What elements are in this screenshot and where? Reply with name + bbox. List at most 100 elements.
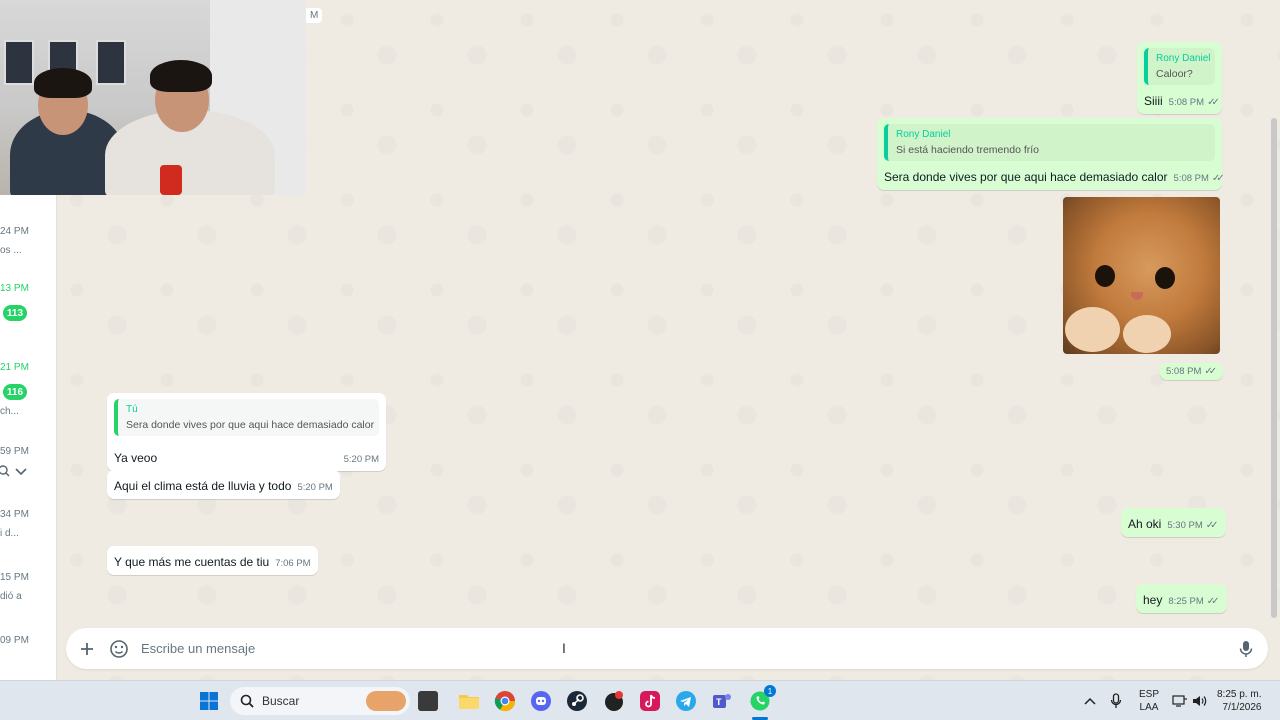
svg-text:T: T (716, 697, 722, 707)
image-meta: 5:08 PM ✓✓ (1160, 363, 1224, 380)
incoming-message[interactable]: Aqui el clima está de lluvia y todo 5:20… (107, 470, 340, 499)
message-composer (66, 628, 1268, 669)
incoming-message[interactable]: Tú Sera donde vives por que aqui hace de… (107, 393, 386, 471)
outgoing-message[interactable]: Rony Daniel Caloor? Siiii 5:08 PM ✓✓ (1137, 42, 1222, 114)
chat-time: 15 PM (0, 572, 29, 583)
read-ticks-icon: ✓✓ (1204, 366, 1217, 377)
video-poster (96, 40, 126, 85)
microphone-icon (1239, 640, 1253, 657)
taskbar: Buscar T 1 ESP LAA 8:25 p. m. 7/1/2026 (0, 680, 1280, 720)
chat-row-icons (0, 465, 34, 482)
start-button[interactable] (197, 689, 221, 713)
show-hidden-icons-button[interactable] (1084, 681, 1096, 720)
outgoing-message[interactable]: Ah oki 5:30 PM ✓✓ (1121, 508, 1226, 537)
incoming-message[interactable]: Y que más me cuentas de tiu 7:06 PM (107, 546, 318, 575)
attach-button[interactable] (71, 633, 103, 665)
chat-snippet: os ... (0, 245, 22, 256)
quote-author: Tú (126, 404, 138, 415)
message-time: 5:30 PM (1167, 520, 1203, 531)
message-text: Ah oki (1128, 517, 1162, 531)
person-right-hair (150, 60, 212, 92)
keyboard-layout: LAA (1139, 702, 1159, 713)
chat-time: 21 PM (0, 362, 29, 373)
cat-paw (1123, 315, 1171, 353)
read-ticks-icon: ✓✓ (1211, 173, 1225, 184)
task-view-icon[interactable] (418, 691, 438, 711)
search-label: Buscar (262, 694, 300, 708)
quote-text: Si está haciendo tremendo frío (896, 144, 1040, 156)
quoted-reply[interactable]: Tú Sera donde vives por que aqui hace de… (114, 399, 379, 436)
message-time: 5:08 PM (1168, 97, 1205, 108)
webcam-overlay (0, 0, 306, 195)
steam-icon[interactable] (565, 689, 589, 713)
message-text: Siiii (1144, 94, 1163, 108)
cat-eye (1095, 265, 1115, 287)
outgoing-message[interactable]: hey 8:25 PM ✓✓ (1136, 584, 1227, 613)
quoted-reply[interactable]: Rony Daniel Si está haciendo tremendo fr… (884, 124, 1215, 161)
message-text: Ya veoo (114, 451, 158, 465)
search-icon (240, 694, 254, 708)
read-ticks-icon: ✓✓ (1205, 520, 1219, 531)
volume-icon[interactable] (1192, 681, 1208, 720)
person-left-hair (34, 68, 92, 98)
chat-snippet: i d... (0, 528, 19, 539)
chat-time: 13 PM (0, 283, 29, 294)
message-time: 8:25 PM (1168, 596, 1204, 607)
cat-eye (1155, 267, 1175, 289)
message-text: Sera donde vives por que aqui hace demas… (884, 170, 1168, 184)
plus-icon (81, 642, 93, 655)
message-input[interactable] (135, 641, 1230, 656)
search-highlight-icon (366, 691, 406, 711)
tiktok-icon[interactable] (638, 689, 662, 713)
file-explorer-icon[interactable] (457, 689, 481, 713)
microphone-icon (1110, 693, 1122, 708)
discord-icon[interactable] (529, 689, 553, 713)
chat-snippet: dió a (0, 591, 22, 602)
language-indicator[interactable]: ESP LAA (1139, 681, 1159, 720)
video-poster (4, 40, 34, 85)
outgoing-message[interactable]: Rony Daniel Si está haciendo tremendo fr… (877, 118, 1225, 190)
app-icon[interactable] (602, 689, 626, 713)
sticker-button[interactable] (103, 633, 135, 665)
message-text: Y que más me cuentas de tiu (114, 555, 270, 569)
chat-time: 24 PM (0, 226, 29, 237)
clock-date: 7/1/2026 (1222, 702, 1262, 713)
chat-scrollbar[interactable] (1271, 118, 1277, 618)
network-icon[interactable] (1172, 681, 1188, 720)
message-time: 5:08 PM (1166, 366, 1202, 377)
taskbar-search[interactable]: Buscar (230, 687, 410, 715)
message-time: 7:06 PM (275, 558, 311, 569)
text-cursor-icon: I (562, 640, 566, 656)
sticker-icon (110, 639, 128, 658)
message-time: 5:20 PM (297, 482, 333, 493)
unread-badge: 116 (3, 384, 27, 400)
read-ticks-icon: ✓✓ (1207, 97, 1220, 108)
telegram-icon[interactable] (674, 689, 698, 713)
cat-paw (1065, 307, 1120, 352)
partial-timestamp: M (306, 8, 323, 23)
notification-badge: 1 (764, 685, 776, 697)
clock[interactable]: 8:25 p. m. 7/1/2026 (1217, 681, 1261, 720)
sticker-image[interactable] (1063, 197, 1220, 354)
chevron-up-icon (1084, 697, 1096, 705)
message-text: hey (1143, 593, 1163, 607)
mic-tray-icon[interactable] (1110, 681, 1122, 720)
message-text: Aqui el clima está de lluvia y todo (114, 479, 292, 493)
pin-search-icon (0, 465, 27, 477)
chat-time: 09 PM (0, 635, 29, 646)
chrome-icon[interactable] (493, 689, 517, 713)
chat-time: 59 PM (0, 446, 29, 457)
quote-author: Rony Daniel (1156, 53, 1211, 64)
read-ticks-icon: ✓✓ (1206, 596, 1220, 607)
microphone (160, 165, 182, 195)
voice-message-button[interactable] (1230, 633, 1262, 665)
quote-text: Sera donde vives por que aqui hace demas… (126, 419, 375, 431)
chat-snippet: ch... (0, 406, 19, 417)
windows-icon (200, 692, 218, 710)
quoted-reply[interactable]: Rony Daniel Caloor? (1144, 48, 1215, 85)
clock-time: 8:25 p. m. (1217, 689, 1262, 700)
unread-badge: 113 (3, 305, 27, 321)
message-time: 5:20 PM (343, 454, 379, 465)
whatsapp-taskbar-button[interactable]: 1 (748, 685, 776, 713)
teams-icon[interactable]: T (710, 689, 734, 713)
